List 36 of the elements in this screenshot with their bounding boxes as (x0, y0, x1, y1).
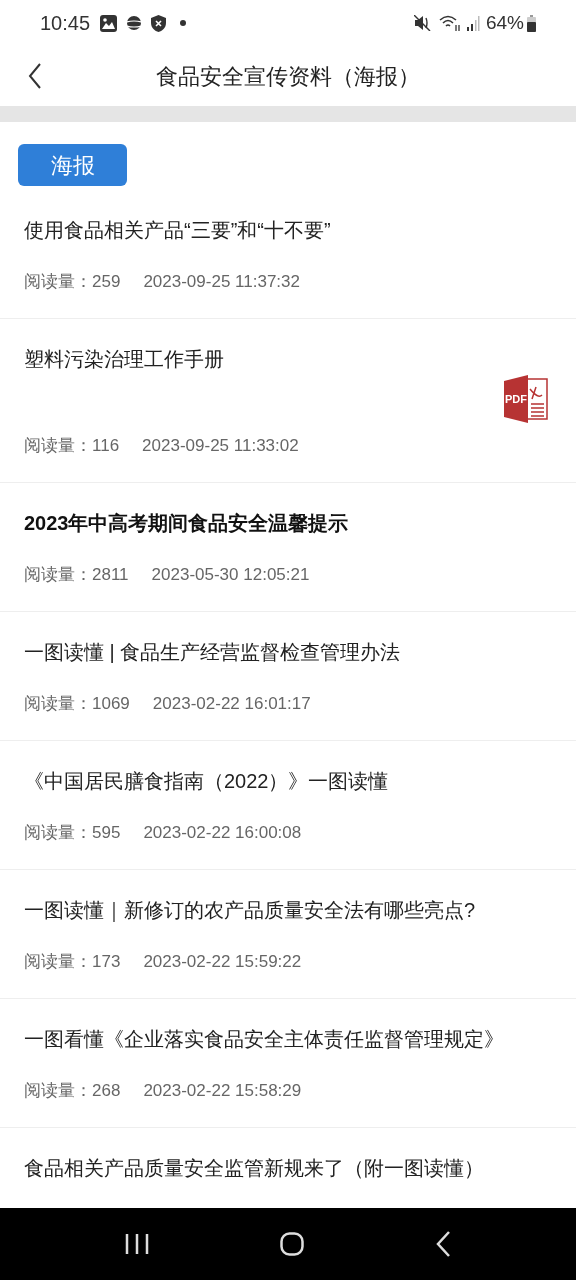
recent-apps-icon[interactable] (125, 1233, 150, 1255)
back-icon[interactable] (28, 63, 42, 89)
gallery-icon (100, 14, 118, 32)
view-count: 阅读量：259 (24, 271, 121, 293)
article-title[interactable]: 使用食品相关产品“三要”和“十不要” (24, 216, 552, 244)
battery-percent: 64% (485, 10, 524, 35)
shield-icon (151, 14, 167, 32)
article-title[interactable]: 《中国居民膳食指南（2022）》一图读懂 (24, 767, 552, 795)
article-title[interactable]: 一图读懂｜新修订的农产品质量安全法有哪些亮点? (24, 896, 552, 924)
article-title[interactable]: 2023年中高考期间食品安全温馨提示 (24, 509, 552, 537)
article-title[interactable]: 一图读懂 | 食品生产经营监督检查管理办法 (24, 638, 552, 666)
view-count: 阅读量：2811 (24, 564, 129, 586)
battery-icon (527, 14, 536, 32)
publish-date: 2023-02-22 16:00:08 (143, 822, 302, 844)
publish-date: 2023-02-22 15:59:22 (143, 951, 302, 973)
page-title: 食品安全宣传资料（海报） (156, 62, 420, 91)
view-count: 阅读量：595 (24, 822, 121, 844)
status-time: 10:45 (40, 11, 91, 36)
publish-date: 2023-09-25 11:37:32 (143, 271, 300, 293)
home-icon[interactable] (280, 1232, 304, 1256)
article-title[interactable]: 食品相关产品质量安全监管新规来了（附一图读懂） (24, 1154, 552, 1182)
article-title[interactable]: 一图看懂《企业落实食品安全主体责任监督管理规定》 (24, 1025, 552, 1053)
signal-icon (466, 15, 480, 31)
article-title[interactable]: 塑料污染治理工作手册 (24, 345, 552, 373)
view-count: 阅读量：1069 (24, 693, 130, 715)
publish-date: 2023-09-25 11:33:02 (142, 435, 299, 457)
wifi-icon (438, 14, 461, 32)
category-tag[interactable]: 海报 (18, 144, 127, 186)
publish-date: 2023-02-22 15:58:29 (143, 1080, 302, 1102)
publish-date: 2023-02-22 16:01:17 (152, 693, 311, 715)
mute-icon (413, 15, 431, 31)
publish-date: 2023-05-30 12:05:21 (151, 564, 310, 586)
view-count: 阅读量：116 (24, 435, 120, 457)
view-count: 阅读量：268 (24, 1080, 121, 1102)
dot-icon (180, 20, 187, 26)
view-count: 阅读量：173 (24, 951, 121, 973)
